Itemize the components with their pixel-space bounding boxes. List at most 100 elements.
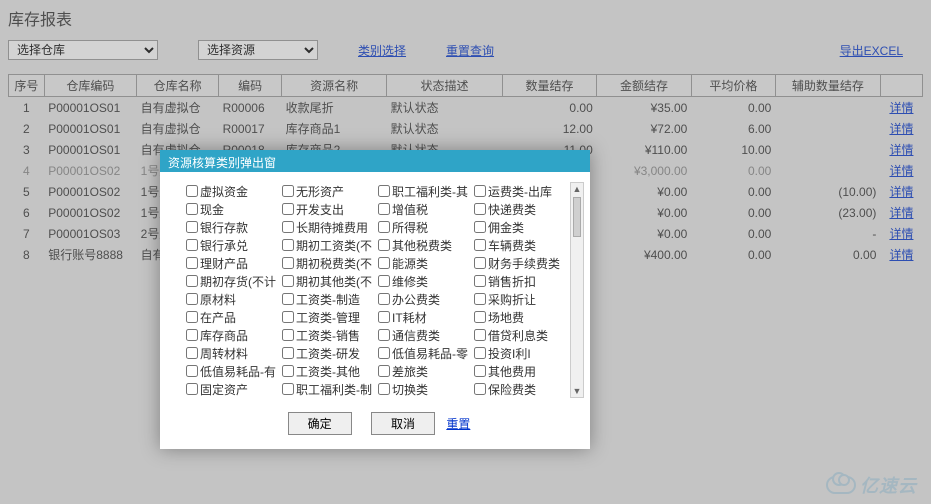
category-checkbox[interactable]	[282, 347, 294, 359]
category-checkbox[interactable]	[378, 293, 390, 305]
category-checkbox[interactable]	[282, 365, 294, 377]
category-checkbox[interactable]	[186, 203, 198, 215]
category-option[interactable]: 工资类-销售	[282, 326, 374, 344]
category-option[interactable]: 保险费类	[474, 380, 566, 398]
category-option[interactable]: 采购折让	[474, 290, 566, 308]
category-option[interactable]: 期初税费类(不	[282, 254, 374, 272]
category-checkbox[interactable]	[282, 275, 294, 287]
category-checkbox[interactable]	[378, 203, 390, 215]
category-checkbox[interactable]	[378, 239, 390, 251]
category-checkbox[interactable]	[378, 185, 390, 197]
category-option[interactable]: 低值易耗品-零	[378, 344, 470, 362]
category-option[interactable]: 销售折扣	[474, 272, 566, 290]
category-option[interactable]: 在产品	[186, 308, 278, 326]
category-checkbox[interactable]	[378, 311, 390, 323]
category-checkbox[interactable]	[378, 329, 390, 341]
category-option[interactable]: 所得税	[378, 218, 470, 236]
category-option[interactable]: 工资类-制造	[282, 290, 374, 308]
category-option[interactable]: 能源类	[378, 254, 470, 272]
category-checkbox[interactable]	[186, 185, 198, 197]
category-option[interactable]: 无形资产	[282, 182, 374, 200]
category-option[interactable]: 期初其他类(不	[282, 272, 374, 290]
category-checkbox[interactable]	[378, 221, 390, 233]
category-option[interactable]: 投资I利I	[474, 344, 566, 362]
category-checkbox[interactable]	[474, 311, 486, 323]
category-checkbox[interactable]	[282, 257, 294, 269]
category-checkbox[interactable]	[186, 365, 198, 377]
category-option[interactable]: 银行承兑	[186, 236, 278, 254]
category-option[interactable]: 工资类-研发	[282, 344, 374, 362]
category-checkbox[interactable]	[186, 293, 198, 305]
category-option[interactable]: 办公费类	[378, 290, 470, 308]
category-option[interactable]: 其他费用	[474, 362, 566, 380]
category-checkbox[interactable]	[282, 203, 294, 215]
category-checkbox[interactable]	[282, 221, 294, 233]
category-option[interactable]: 增值税	[378, 200, 470, 218]
scrollbar-thumb[interactable]	[573, 197, 581, 237]
category-option[interactable]: 运费类-出库	[474, 182, 566, 200]
category-option[interactable]: 差旅类	[378, 362, 470, 380]
category-checkbox[interactable]	[378, 365, 390, 377]
category-option[interactable]: 库存商品	[186, 326, 278, 344]
category-option[interactable]: 虚拟资金	[186, 182, 278, 200]
category-option[interactable]: 车辆费类	[474, 236, 566, 254]
category-checkbox[interactable]	[186, 311, 198, 323]
category-option[interactable]: 财务手续费类	[474, 254, 566, 272]
category-option[interactable]: 场地费	[474, 308, 566, 326]
category-checkbox[interactable]	[474, 239, 486, 251]
category-option[interactable]: 原材料	[186, 290, 278, 308]
category-option[interactable]: 期初存货(不计	[186, 272, 278, 290]
category-option[interactable]: 佣金类	[474, 218, 566, 236]
category-option[interactable]: IT耗材	[378, 308, 470, 326]
category-option[interactable]: 工资类-其他	[282, 362, 374, 380]
category-option[interactable]: 快递费类	[474, 200, 566, 218]
ok-button[interactable]: 确定	[288, 412, 352, 435]
category-checkbox[interactable]	[378, 347, 390, 359]
category-checkbox[interactable]	[474, 257, 486, 269]
category-checkbox[interactable]	[474, 383, 486, 395]
category-checkbox[interactable]	[474, 329, 486, 341]
category-checkbox[interactable]	[282, 239, 294, 251]
category-option[interactable]: 工资类-管理	[282, 308, 374, 326]
category-checkbox[interactable]	[378, 257, 390, 269]
category-checkbox[interactable]	[282, 329, 294, 341]
category-checkbox[interactable]	[282, 311, 294, 323]
category-checkbox[interactable]	[474, 221, 486, 233]
category-checkbox[interactable]	[378, 275, 390, 287]
category-option[interactable]: 开发支出	[282, 200, 374, 218]
category-checkbox[interactable]	[378, 383, 390, 395]
category-checkbox[interactable]	[474, 347, 486, 359]
category-option[interactable]: 理财产品	[186, 254, 278, 272]
category-option[interactable]: 切换类	[378, 380, 470, 398]
cancel-button[interactable]: 取消	[371, 412, 435, 435]
category-checkbox[interactable]	[186, 221, 198, 233]
category-option[interactable]: 其他税费类	[378, 236, 470, 254]
modal-scrollbar[interactable]	[570, 182, 584, 398]
category-checkbox[interactable]	[186, 275, 198, 287]
category-checkbox[interactable]	[474, 203, 486, 215]
category-option[interactable]: 借贷利息类	[474, 326, 566, 344]
category-checkbox[interactable]	[186, 257, 198, 269]
category-option[interactable]: 现金	[186, 200, 278, 218]
modal-reset-link[interactable]: 重置	[446, 417, 470, 431]
category-option[interactable]: 通信费类	[378, 326, 470, 344]
category-checkbox[interactable]	[186, 383, 198, 395]
category-checkbox[interactable]	[282, 185, 294, 197]
category-checkbox[interactable]	[282, 293, 294, 305]
category-checkbox[interactable]	[186, 329, 198, 341]
category-checkbox[interactable]	[474, 185, 486, 197]
category-option[interactable]: 周转材料	[186, 344, 278, 362]
category-checkbox[interactable]	[186, 239, 198, 251]
category-checkbox[interactable]	[474, 293, 486, 305]
category-option[interactable]: 长期待摊费用	[282, 218, 374, 236]
category-option[interactable]: 职工福利类-其	[378, 182, 470, 200]
category-option[interactable]: 银行存款	[186, 218, 278, 236]
category-option[interactable]: 维修类	[378, 272, 470, 290]
category-option[interactable]: 职工福利类-制	[282, 380, 374, 398]
category-checkbox[interactable]	[282, 383, 294, 395]
category-option[interactable]: 期初工资类(不	[282, 236, 374, 254]
category-checkbox[interactable]	[186, 347, 198, 359]
category-option[interactable]: 固定资产	[186, 380, 278, 398]
category-option[interactable]: 低值易耗品-有	[186, 362, 278, 380]
category-checkbox[interactable]	[474, 275, 486, 287]
